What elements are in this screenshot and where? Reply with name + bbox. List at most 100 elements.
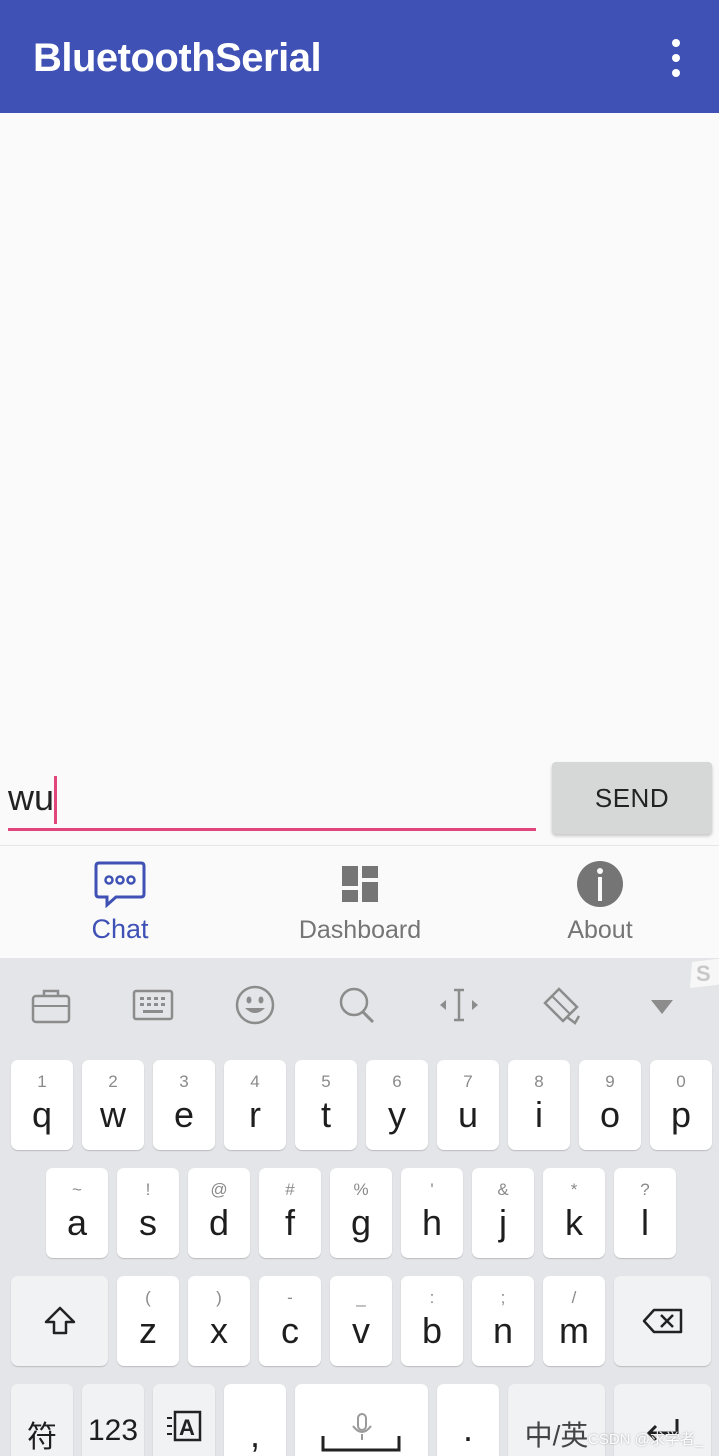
toolbox-icon[interactable] (29, 984, 73, 1026)
chat-message-area (0, 113, 719, 753)
key-primary-label: h (421, 1202, 443, 1243)
search-icon[interactable] (335, 984, 379, 1026)
key-secondary-label: @ (210, 1180, 228, 1199)
key-primary-label: l (641, 1202, 649, 1243)
period-key[interactable]: . (437, 1384, 499, 1456)
keyboard-toolbar (0, 958, 719, 1050)
text-recognition-icon: A (167, 1410, 202, 1442)
message-input-container (8, 770, 536, 832)
key-primary-label: o (599, 1094, 621, 1135)
key-secondary-label: ( (145, 1288, 151, 1307)
key-primary-label: y (388, 1094, 406, 1135)
info-icon (577, 861, 623, 907)
key-e[interactable]: 3e (153, 1060, 215, 1150)
key-primary-label: n (492, 1310, 514, 1351)
csdn-watermark: CSDN @求学者_ (588, 1431, 704, 1448)
key-u[interactable]: 7u (437, 1060, 499, 1150)
key-primary-label: f (284, 1202, 295, 1243)
key-secondary-label: 3 (179, 1072, 189, 1091)
key-n[interactable]: ; n (472, 1276, 534, 1366)
emoji-icon[interactable] (233, 984, 277, 1026)
key-h[interactable]: ' h (401, 1168, 463, 1258)
symbols-key[interactable]: 符 (11, 1384, 73, 1456)
key-r[interactable]: 4r (224, 1060, 286, 1150)
key-i[interactable]: 8i (508, 1060, 570, 1150)
key-l[interactable]: ? l (614, 1168, 676, 1258)
key-x[interactable]: ) x (188, 1276, 250, 1366)
backspace-key[interactable] (614, 1276, 711, 1366)
dashboard-icon (342, 866, 378, 902)
key-s[interactable]: ! s (117, 1168, 179, 1258)
key-secondary-label: 7 (463, 1072, 473, 1091)
key-secondary-label: 6 (392, 1072, 402, 1091)
key-secondary-label: ! (145, 1180, 151, 1199)
key-j[interactable]: & j (472, 1168, 534, 1258)
key-k[interactable]: * k (543, 1168, 605, 1258)
nav-label-about: About (567, 916, 633, 944)
key-primary-label: b (421, 1310, 443, 1351)
key-g[interactable]: % g (330, 1168, 392, 1258)
space-key[interactable] (295, 1384, 428, 1456)
key-secondary-label: ? (640, 1180, 650, 1199)
nav-label-dashboard: Dashboard (298, 916, 422, 944)
key-f[interactable]: # f (259, 1168, 321, 1258)
key-q[interactable]: 1q (11, 1060, 73, 1150)
text-cursor (54, 776, 57, 824)
nav-item-chat[interactable]: Chat (0, 846, 240, 959)
key-primary-label: q (31, 1094, 53, 1135)
bottom-navigation: Chat Dashboard About (0, 845, 719, 958)
backspace-icon (642, 1308, 682, 1334)
nav-item-dashboard[interactable]: Dashboard (240, 846, 480, 959)
nav-label-chat: Chat (91, 914, 149, 944)
key-w[interactable]: 2w (82, 1060, 144, 1150)
key-primary-label: d (208, 1202, 230, 1243)
key-primary-label: z (139, 1310, 157, 1351)
key-secondary-label: 4 (250, 1072, 260, 1091)
svg-text:A: A (179, 1415, 195, 1440)
key-primary-label: r (249, 1094, 261, 1135)
key-secondary-label: : (429, 1288, 435, 1307)
comma-key[interactable]: , (224, 1384, 286, 1456)
key-secondary-label: 1 (37, 1072, 47, 1091)
chat-bubble-icon (94, 861, 146, 908)
key-o[interactable]: 9o (579, 1060, 641, 1150)
key-v[interactable]: _ v (330, 1276, 392, 1366)
key-secondary-label: 9 (605, 1072, 615, 1091)
key-secondary-label: 2 (108, 1072, 118, 1091)
keyboard-icon[interactable] (131, 984, 175, 1026)
numbers-key[interactable]: 123 (82, 1384, 144, 1456)
key-primary-label: c (281, 1310, 299, 1351)
key-c[interactable]: -c (259, 1276, 321, 1366)
key-z[interactable]: (z (117, 1276, 179, 1366)
key-primary-label: s (139, 1202, 157, 1243)
key-secondary-label: ; (500, 1288, 506, 1307)
key-primary-label: a (66, 1202, 88, 1243)
key-p[interactable]: 0p (650, 1060, 712, 1150)
handwriting-key[interactable]: A (153, 1384, 215, 1456)
key-primary-label: p (670, 1094, 692, 1135)
key-primary-label: k (565, 1202, 583, 1243)
shift-arrow-icon (44, 1306, 75, 1335)
cursor-move-icon[interactable] (437, 984, 481, 1026)
key-m[interactable]: / m (543, 1276, 605, 1366)
key-secondary-label: & (497, 1180, 509, 1199)
clipboard-icon[interactable] (539, 984, 583, 1026)
overflow-menu-icon[interactable] (656, 34, 696, 82)
shift-key[interactable] (11, 1276, 108, 1366)
key-b[interactable]: :b (401, 1276, 463, 1366)
key-t[interactable]: 5t (295, 1060, 357, 1150)
message-input[interactable] (8, 770, 536, 832)
key-primary-label: w (100, 1094, 126, 1135)
key-secondary-label: # (285, 1180, 295, 1199)
send-button[interactable]: SEND (552, 762, 712, 834)
nav-item-about[interactable]: About (480, 846, 719, 959)
key-primary-label: g (350, 1202, 372, 1243)
key-d[interactable]: @ d (188, 1168, 250, 1258)
key-secondary-label: 5 (321, 1072, 331, 1091)
collapse-icon[interactable] (640, 984, 684, 1026)
key-secondary-label: 0 (676, 1072, 686, 1091)
key-y[interactable]: 6y (366, 1060, 428, 1150)
key-secondary-label: 8 (534, 1072, 544, 1091)
key-secondary-label: % (353, 1180, 369, 1199)
key-a[interactable]: ~ a (46, 1168, 108, 1258)
